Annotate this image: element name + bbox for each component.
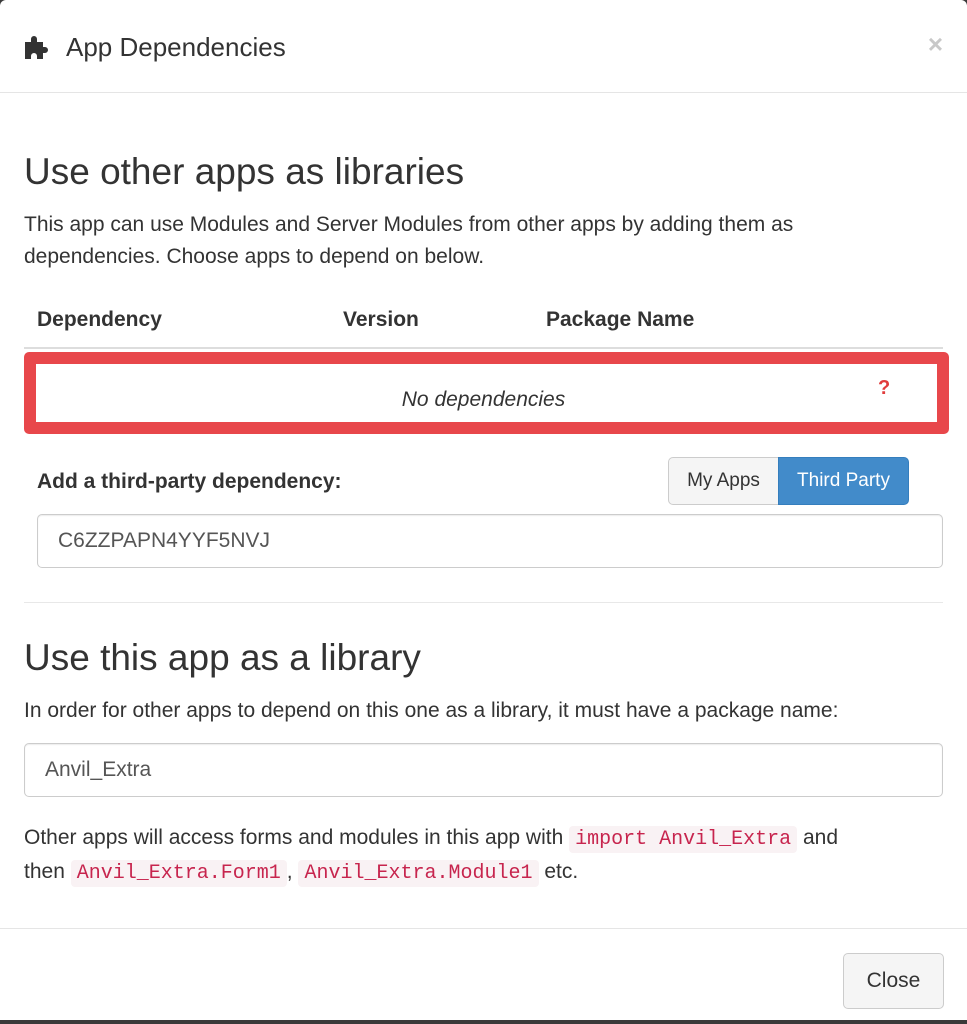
dialog-header: App Dependencies × bbox=[0, 0, 967, 93]
section-divider bbox=[24, 602, 943, 603]
no-dependencies-text: No dependencies bbox=[401, 388, 566, 411]
third-party-button[interactable]: Third Party bbox=[778, 457, 909, 505]
usage-separator: , bbox=[286, 860, 293, 883]
package-name-input[interactable] bbox=[24, 743, 943, 797]
library-description: In order for other apps to depend on thi… bbox=[24, 699, 839, 722]
close-icon[interactable]: × bbox=[928, 26, 943, 62]
import-code: import Anvil_Extra bbox=[569, 826, 798, 853]
libraries-description: This app can use Modules and Server Modu… bbox=[24, 213, 794, 268]
column-header-package-name: Package Name bbox=[546, 308, 695, 331]
dependency-id-input[interactable] bbox=[37, 514, 943, 568]
footer-divider bbox=[0, 928, 967, 929]
dialog-title: App Dependencies bbox=[66, 32, 286, 62]
dependency-source-toggle: My Apps Third Party bbox=[668, 457, 909, 505]
usage-text-4: etc. bbox=[544, 860, 579, 883]
add-dependency-label: Add a third-party dependency: bbox=[37, 470, 342, 493]
usage-text-1: Other apps will access forms and modules… bbox=[24, 826, 564, 849]
table-header-divider bbox=[24, 347, 943, 349]
my-apps-button[interactable]: My Apps bbox=[668, 457, 779, 505]
question-mark-icon[interactable]: ? bbox=[878, 373, 890, 403]
module-code: Anvil_Extra.Module1 bbox=[298, 860, 539, 887]
column-header-version: Version bbox=[343, 308, 419, 331]
usage-text-2: and bbox=[802, 826, 839, 849]
usage-instructions: Other apps will access forms and modules… bbox=[24, 822, 944, 890]
libraries-heading: Use other apps as libraries bbox=[24, 151, 465, 192]
form-code: Anvil_Extra.Form1 bbox=[70, 860, 287, 887]
column-header-dependency: Dependency bbox=[37, 308, 162, 331]
usage-text-3: then bbox=[24, 860, 65, 883]
puzzle-icon bbox=[25, 36, 48, 59]
close-button[interactable]: Close bbox=[843, 953, 944, 1009]
app-dependencies-dialog: App Dependencies × Use other apps as lib… bbox=[0, 0, 967, 1020]
library-heading: Use this app as a library bbox=[24, 637, 421, 678]
